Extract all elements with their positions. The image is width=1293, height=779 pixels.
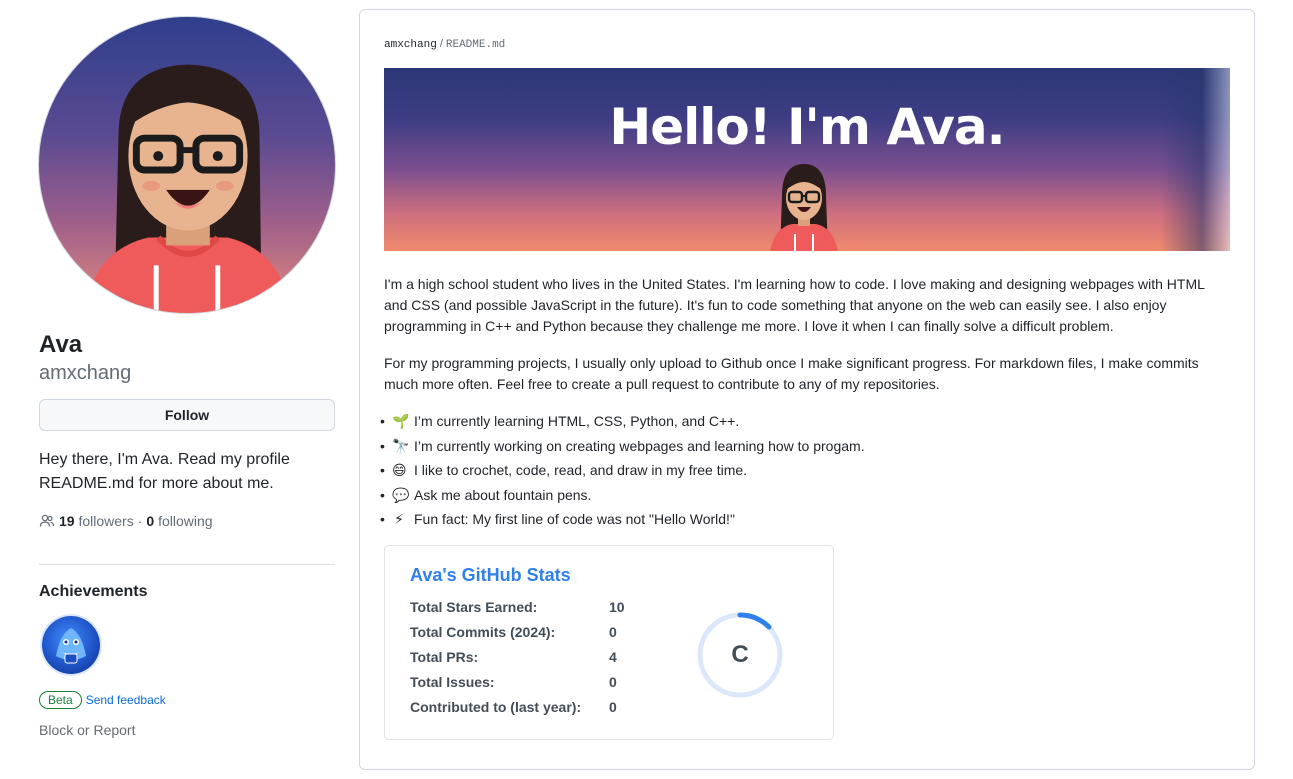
list-item-text: I like to crochet, code, read, and draw …	[414, 462, 748, 478]
avatar-illustration	[83, 64, 292, 313]
readme-file-name[interactable]: README.md	[446, 39, 505, 51]
stats-row: Total Issues: 0	[410, 674, 617, 690]
stats-row: Total PRs: 4	[410, 649, 617, 665]
list-item: 😄 I like to crochet, code, read, and draw…	[380, 460, 1230, 481]
stats-title: Ava's GitHub Stats	[410, 565, 571, 585]
readme-breadcrumb: amxchang / README.md	[384, 38, 505, 51]
achievements-title: Achievements	[39, 583, 148, 600]
shark-icon	[56, 628, 86, 664]
readme-content: I'm a high school student who lives in t…	[380, 274, 1230, 534]
stats-value: 10	[609, 599, 625, 615]
list-item-text: Ask me about fountain pens.	[414, 486, 592, 503]
followers-count: 19	[59, 513, 75, 529]
stats-row: Contributed to (last year): 0	[410, 699, 617, 715]
stats-label: Total Issues:	[410, 674, 495, 690]
stats-label: Contributed to (last year):	[410, 699, 582, 715]
follow-separator: ·	[137, 513, 143, 529]
stats-value: 0	[609, 624, 617, 640]
stats-label: Total Commits (2024):	[410, 624, 556, 640]
speech-bubble-icon: 💬	[392, 486, 410, 503]
block-or-report-link[interactable]: Block or Report	[39, 722, 135, 738]
achievement-badge-icon[interactable]	[42, 616, 100, 674]
send-feedback-link[interactable]: Send feedback	[86, 693, 166, 707]
stats-value: 4	[609, 649, 617, 665]
list-item: 🌱I’m currently learning HTML, CSS, Pytho…	[380, 411, 1230, 432]
readme-card: amxchang / README.md Hello! I'm Ava. I'm a…	[359, 9, 1255, 770]
following-count: 0	[146, 513, 155, 529]
profile-bio: Hey there, I'm Ava. Read my profile READ…	[39, 451, 290, 492]
followers-label: followers	[78, 513, 134, 529]
beta-label: Beta	[39, 691, 82, 709]
readme-banner: Hello! I'm Ava.	[384, 68, 1230, 251]
readme-owner-link[interactable]: amxchang	[384, 39, 437, 51]
follow-stats: 19 followers · 0 following	[39, 513, 213, 529]
readme-paragraph: For my programming projects, I usually o…	[384, 355, 1199, 392]
profile-name: Ava	[39, 331, 83, 358]
lightning-icon: ⚡	[394, 511, 404, 527]
stats-label: Total Stars Earned:	[410, 599, 538, 615]
smile-icon: 😄	[392, 462, 407, 478]
breadcrumb-separator: /	[439, 38, 443, 50]
beta-feedback-row: Beta Send feedback	[39, 691, 166, 709]
list-item: 🔭I’m currently working on creating webpa…	[380, 436, 1230, 457]
list-item-text: I’m currently working on creating webpag…	[414, 437, 865, 454]
rank-letter: C	[731, 641, 749, 668]
banner-avatar-illustration	[770, 164, 838, 251]
github-stats-card[interactable]: Ava's GitHub Stats Total Stars Earned: 10…	[384, 545, 834, 740]
people-icon	[39, 514, 55, 527]
telescope-icon: 🔭	[392, 437, 410, 454]
list-item-text: I’m currently learning HTML, CSS, Python…	[414, 413, 740, 429]
seedling-icon: 🌱	[392, 413, 410, 429]
followers-link[interactable]: 19 followers	[59, 513, 134, 529]
stats-row: Total Commits (2024): 0	[410, 624, 617, 640]
stats-label: Total PRs:	[410, 649, 479, 665]
readme-paragraph: I'm a high school student who lives in t…	[384, 276, 1205, 334]
stats-value: 0	[609, 674, 617, 690]
list-item-text: Fun fact: My first line of code was not …	[414, 511, 735, 527]
profile-login: amxchang	[39, 362, 132, 384]
sidebar-divider	[39, 564, 335, 565]
following-label: following	[158, 513, 213, 529]
banner-title: Hello! I'm Ava.	[609, 98, 1005, 156]
stats-value: 0	[609, 699, 617, 715]
list-item: 💬Ask me about fountain pens.	[380, 485, 1230, 506]
list-item: ⚡ Fun fact: My first line of code was not…	[380, 509, 1230, 530]
following-link[interactable]: 0 following	[146, 513, 212, 529]
follow-button[interactable]: Follow	[39, 399, 335, 431]
readme-list: 🌱I’m currently learning HTML, CSS, Pytho…	[380, 411, 1230, 530]
avatar[interactable]	[38, 16, 336, 314]
stats-row: Total Stars Earned: 10	[410, 599, 625, 615]
